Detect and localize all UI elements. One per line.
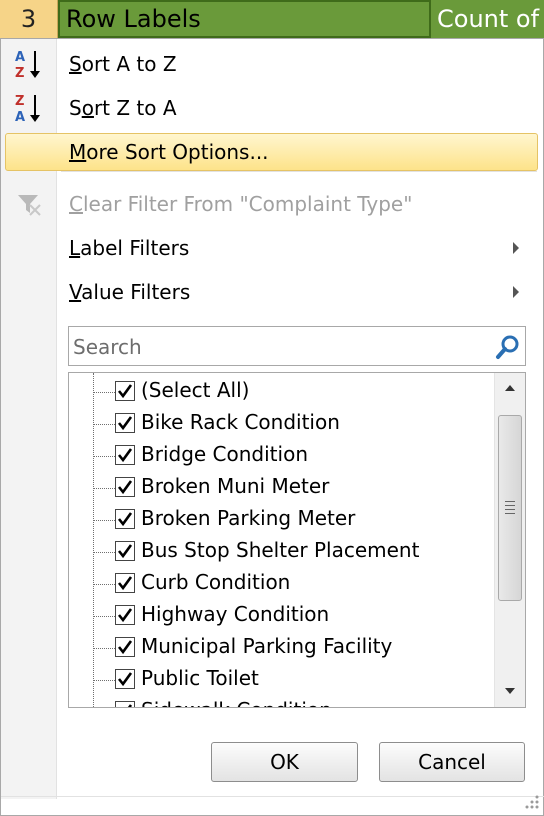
list-item[interactable]: Sidewalk Condition	[69, 697, 491, 707]
checkbox[interactable]	[115, 605, 135, 625]
tree-connector	[93, 520, 115, 521]
submenu-arrow-icon	[513, 286, 519, 298]
list-item[interactable]: Broken Parking Meter	[69, 505, 491, 537]
list-item[interactable]: Broken Muni Meter	[69, 473, 491, 505]
checkmark-icon	[127, 704, 133, 707]
list-item-label: Bus Stop Shelter Placement	[141, 538, 420, 562]
checkmark-icon	[117, 608, 133, 623]
sort-a-to-z-label: Sort A to Z	[69, 52, 177, 76]
tree-connector	[93, 680, 115, 681]
scroll-up-arrow-icon[interactable]	[505, 385, 515, 391]
checkmark-icon	[117, 480, 133, 495]
menu-item-more-sort-options[interactable]: More Sort Options...	[1, 130, 544, 174]
checkbox[interactable]	[115, 445, 135, 465]
grip-line	[505, 505, 515, 506]
grip-line	[505, 513, 515, 514]
list-item-label: Sidewalk Condition	[141, 698, 332, 707]
sort-descending-icon: Z A	[9, 88, 49, 128]
checkbox[interactable]	[115, 509, 135, 529]
scroll-down-arrow-icon[interactable]	[505, 688, 515, 694]
tree-connector	[93, 424, 115, 425]
filter-values-list: (Select All) Bike Rack Condition Bridge Co…	[68, 372, 526, 708]
grip-line	[505, 509, 515, 510]
clear-filter-icon	[9, 184, 49, 224]
checkmark-icon	[117, 576, 133, 591]
list-item-label: Municipal Parking Facility	[141, 634, 393, 658]
checkmark-icon	[117, 384, 133, 399]
svg-text:Z: Z	[15, 94, 24, 109]
checkbox[interactable]	[115, 701, 135, 707]
tree-connector	[93, 552, 115, 553]
list-item-label: Bike Rack Condition	[141, 410, 340, 434]
tree-connector	[93, 488, 115, 489]
tree-connector	[93, 456, 115, 457]
menu-item-sort-a-to-z[interactable]: A Z Sort A to Z	[1, 42, 544, 86]
grip-line	[505, 501, 515, 502]
checkmark-icon	[117, 640, 133, 655]
tree-connector	[93, 616, 115, 617]
search-icon[interactable]	[495, 334, 521, 360]
list-item-label: Curb Condition	[141, 570, 291, 594]
row-number: 3	[0, 0, 58, 38]
scrollbar-thumb[interactable]	[498, 415, 522, 601]
value-filters-label: Value Filters	[69, 280, 191, 304]
checkbox[interactable]	[115, 413, 135, 433]
list-item[interactable]: Curb Condition	[69, 569, 491, 601]
tree-connector	[93, 648, 115, 649]
sort-ascending-icon: A Z	[9, 44, 49, 84]
sort-z-to-a-label: Sort Z to A	[69, 96, 177, 120]
search-box[interactable]	[68, 326, 526, 367]
resize-grip-icon[interactable]	[519, 791, 541, 811]
checkbox[interactable]	[115, 669, 135, 689]
list-item[interactable]: Bus Stop Shelter Placement	[69, 537, 491, 569]
list-item-label: Broken Parking Meter	[141, 506, 356, 530]
menu-item-label-filters[interactable]: Label Filters	[1, 226, 544, 270]
checkmark-icon	[117, 448, 133, 463]
list-item-label: Public Toilet	[141, 666, 259, 690]
more-sort-options-label: More Sort Options...	[69, 140, 269, 164]
clear-filter-label: Clear Filter From "Complaint Type"	[69, 192, 413, 216]
submenu-arrow-icon	[513, 242, 519, 254]
spreadsheet-header-row: 3 Row Labels Count of	[0, 0, 544, 38]
cancel-button[interactable]: Cancel	[379, 742, 525, 782]
checkbox[interactable]	[115, 541, 135, 561]
svg-text:Z: Z	[15, 66, 24, 81]
row-labels-header-cell[interactable]: Row Labels	[58, 0, 486, 38]
list-item-label: (Select All)	[141, 378, 250, 402]
status-divider	[1, 796, 544, 797]
checkmark-icon	[117, 416, 133, 431]
list-item-label: Highway Condition	[141, 602, 330, 626]
list-item[interactable]: Bike Rack Condition	[69, 409, 491, 441]
tree-connector	[93, 584, 115, 585]
label-filters-label: Label Filters	[69, 236, 190, 260]
checkbox[interactable]	[115, 573, 135, 593]
checkbox[interactable]	[115, 381, 135, 401]
checkmark-icon	[117, 544, 133, 559]
list-item[interactable]: Municipal Parking Facility	[69, 633, 491, 665]
filter-dropdown-menu: A Z Sort A to Z Z A Sort Z to A More Sor…	[0, 38, 544, 816]
vertical-scrollbar[interactable]	[494, 373, 525, 707]
list-item[interactable]: (Select All)	[69, 377, 491, 409]
checkmark-icon	[117, 512, 133, 527]
ok-button[interactable]: OK	[211, 742, 358, 782]
row-labels-text: Row Labels	[66, 5, 201, 33]
tree-connector	[93, 392, 115, 393]
search-input[interactable]	[69, 327, 495, 367]
list-item-label: Bridge Condition	[141, 442, 308, 466]
menu-item-sort-z-to-a[interactable]: Z A Sort Z to A	[1, 86, 544, 130]
list-item[interactable]: Bridge Condition	[69, 441, 491, 473]
checkbox[interactable]	[115, 637, 135, 657]
menu-separator	[61, 171, 537, 172]
menu-item-clear-filter[interactable]: Clear Filter From "Complaint Type"	[1, 182, 544, 226]
checkbox[interactable]	[115, 477, 135, 497]
svg-text:A: A	[15, 50, 25, 65]
count-of-header-cell[interactable]: Count of	[431, 0, 544, 38]
list-item[interactable]: Public Toilet	[69, 665, 491, 697]
list-item[interactable]: Highway Condition	[69, 601, 491, 633]
svg-text:A: A	[15, 110, 25, 125]
list-item-label: Broken Muni Meter	[141, 474, 330, 498]
menu-item-value-filters[interactable]: Value Filters	[1, 270, 544, 314]
checkmark-icon	[117, 672, 133, 687]
